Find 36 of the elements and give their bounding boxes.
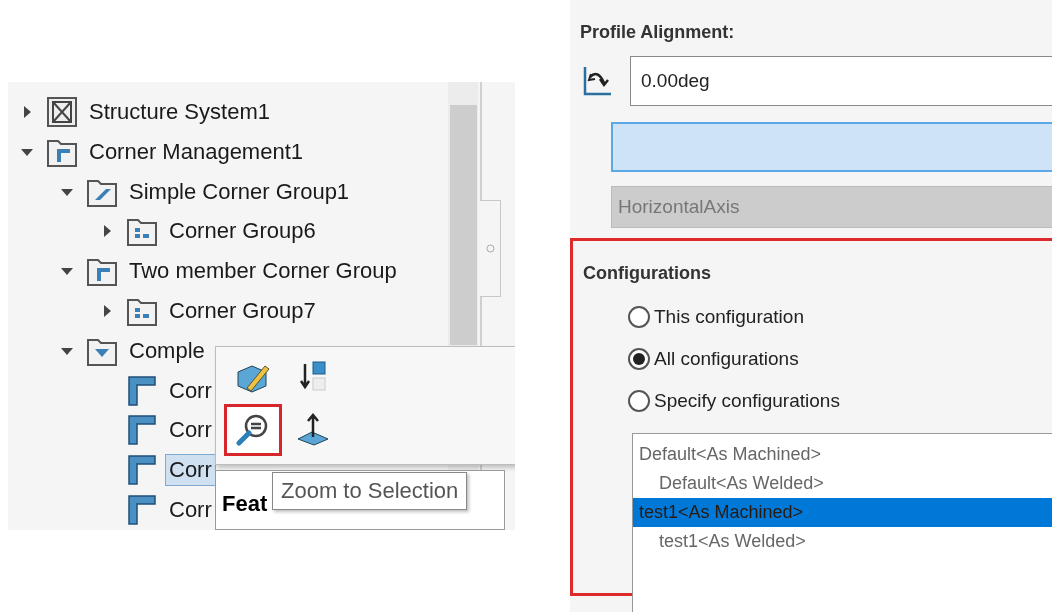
radio-button[interactable] [628,348,650,370]
list-item[interactable]: Default<As Welded> [633,469,1052,498]
panel-handle[interactable] [480,200,501,297]
radio-option[interactable]: This configuration [628,296,1052,338]
section-heading: Profile Alignment: [580,22,736,43]
radio-option[interactable]: All configurations [628,338,1052,380]
corner-icon [126,494,158,527]
corner-icon [126,454,158,487]
angle-field[interactable]: 0.00deg [630,56,1052,106]
tree-item[interactable]: Corr [166,375,215,406]
search-icon [236,413,270,447]
tree-item[interactable]: Corner Management1 [86,136,306,167]
tree-item[interactable]: Corr [166,495,215,526]
tree-item[interactable]: Corner Group7 [166,295,319,326]
normal-to-icon [296,413,330,447]
tree-item[interactable]: Corr [166,415,215,446]
tree-item[interactable]: Comple [126,335,208,366]
radio-button[interactable] [628,306,650,328]
tree-item[interactable]: Corner Group6 [166,216,319,247]
tree-item[interactable]: Structure System1 [86,96,273,127]
tree-item[interactable]: Corr [166,455,215,486]
frame-icon [46,95,78,128]
list-item[interactable]: test1<As Welded> [633,527,1052,556]
scrollbar-thumb[interactable] [449,105,477,345]
list-item[interactable]: test1<As Machined> [633,498,1052,527]
list-item[interactable]: Default<As Machined> [633,440,1052,469]
radio-option[interactable]: Specify configurations [628,380,1052,422]
rollback-icon [298,360,328,394]
tree-item[interactable]: Two member Corner Group [126,256,400,287]
toolbar-button[interactable] [224,404,282,456]
section-heading: Configurations [583,263,712,284]
tooltip: Zoom to Selection [272,472,468,510]
radio-button[interactable] [628,390,650,412]
corner-icon [126,414,158,447]
tree-item[interactable]: Simple Corner Group1 [126,176,353,207]
corner-icon [126,374,158,407]
